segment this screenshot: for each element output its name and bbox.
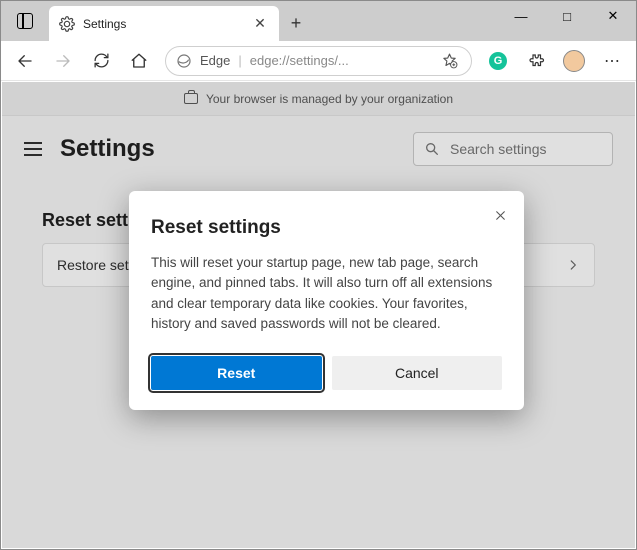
star-plus-icon [441,52,458,69]
dialog-body: This will reset your startup page, new t… [151,253,502,334]
more-icon: ⋯ [604,51,620,71]
cancel-button[interactable]: Cancel [332,356,503,390]
grammarly-icon: G [489,52,507,70]
dialog-title: Reset settings [151,217,502,239]
window-maximize-button[interactable]: □ [544,1,590,31]
dialog-buttons: Reset Cancel [151,356,502,390]
forward-button[interactable] [45,43,81,79]
close-icon [494,209,507,222]
home-icon [130,52,148,70]
puzzle-icon [527,52,545,70]
reload-button[interactable] [83,43,119,79]
address-bar[interactable]: Edge | edge://settings/... [165,46,472,76]
browser-tab[interactable]: Settings ✕ [49,6,279,41]
toolbar: Edge | edge://settings/... G ⋯ [1,41,636,81]
extensions-button[interactable] [518,43,554,79]
window-close-button[interactable]: ✕ [590,1,636,31]
tab-title: Settings [83,17,243,31]
tab-actions-icon [17,13,33,29]
edge-icon [176,53,192,69]
tab-close-button[interactable]: ✕ [251,15,269,32]
address-scheme-label: Edge [200,53,230,68]
browser-window: Settings ✕ + — □ ✕ Edge | edge://setting… [0,0,637,550]
grammarly-extension-button[interactable]: G [480,43,516,79]
close-icon: ✕ [608,8,619,24]
arrow-right-icon [54,52,72,70]
address-separator: | [238,53,241,68]
avatar-icon [563,50,585,72]
reset-settings-dialog: Reset settings This will reset your star… [129,191,524,410]
back-button[interactable] [7,43,43,79]
favorite-button[interactable] [441,52,467,69]
tab-actions-button[interactable] [1,1,49,41]
more-button[interactable]: ⋯ [594,43,630,79]
reload-icon [93,52,110,69]
minimize-icon: — [515,9,528,24]
dialog-close-button[interactable] [488,203,512,227]
new-tab-button[interactable]: + [279,6,313,40]
window-minimize-button[interactable]: — [498,1,544,31]
titlebar: Settings ✕ + — □ ✕ [1,1,636,41]
maximize-icon: □ [563,9,571,24]
address-url: edge://settings/... [250,53,433,68]
gear-icon [59,16,75,32]
home-button[interactable] [121,43,157,79]
reset-button[interactable]: Reset [151,356,322,390]
profile-button[interactable] [556,43,592,79]
arrow-left-icon [16,52,34,70]
